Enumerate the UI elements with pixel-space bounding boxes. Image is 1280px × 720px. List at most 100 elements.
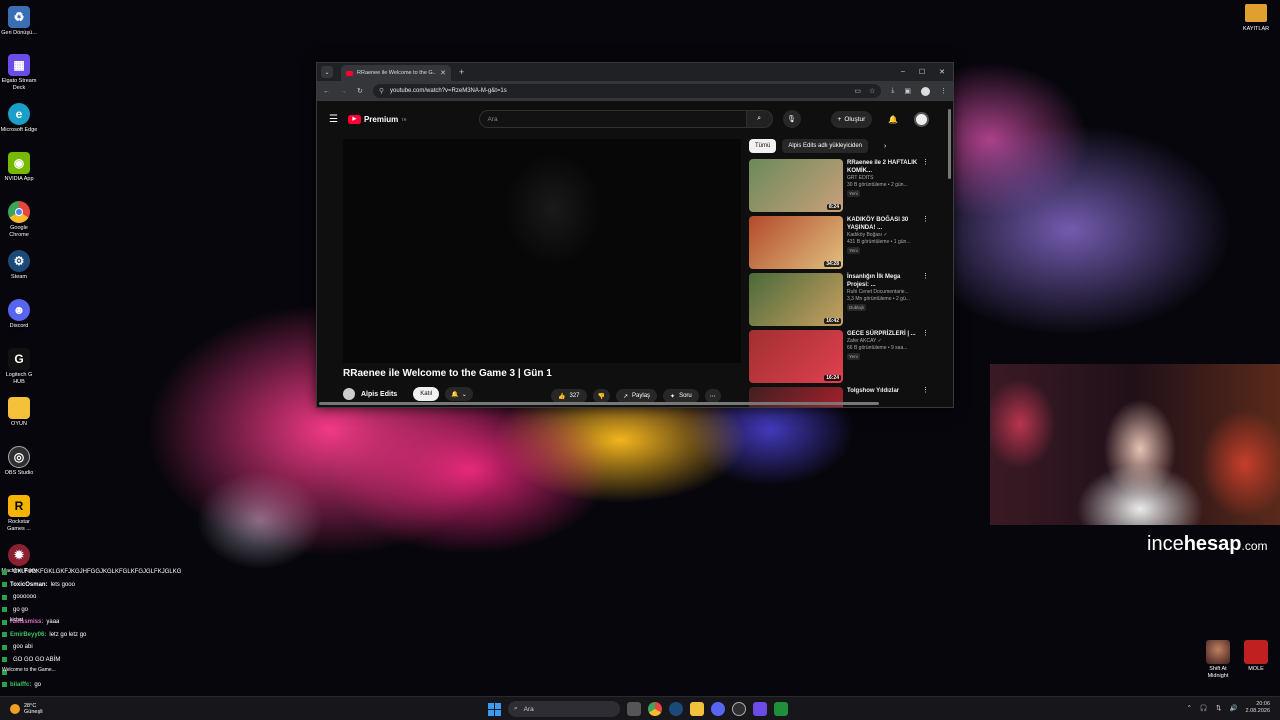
recommendation-channel[interactable]: Ruhi Cenet Documentarie... bbox=[847, 289, 929, 296]
edge-icon: e bbox=[8, 103, 30, 125]
more-vert-icon[interactable]: ⋮ bbox=[922, 216, 929, 223]
app-taskbar-icon[interactable] bbox=[774, 702, 788, 716]
shift-at-midnight-desktop-icon[interactable]: Shift At Midnight bbox=[1201, 640, 1235, 680]
chrome-taskbar-icon[interactable] bbox=[648, 702, 662, 716]
more-vert-icon[interactable]: ⋮ bbox=[922, 387, 929, 394]
clock[interactable]: 20:06 2.08.2026 bbox=[1246, 701, 1270, 715]
recommendation-title[interactable]: GECE SÜRPRİZLERİ | ... bbox=[847, 330, 929, 338]
chrome-desktop-icon[interactable]: Google Chrome bbox=[0, 201, 38, 239]
more-vert-icon[interactable]: ⋮ bbox=[922, 273, 929, 280]
address-bar[interactable]: ⚲ youtube.com/watch?v=RzeM3NA-M-g&t=1s ▭… bbox=[372, 84, 882, 98]
more-actions-button[interactable]: ⋯ bbox=[704, 389, 721, 403]
channel-name[interactable]: Alpis Edits bbox=[361, 391, 397, 398]
search-icon[interactable]: ⌕ bbox=[746, 110, 773, 128]
ask-button[interactable]: ✦ Soru bbox=[663, 389, 699, 403]
tab-search-button[interactable]: ⌄ bbox=[321, 66, 333, 78]
chat-text: GO GO GO ABİM bbox=[13, 656, 61, 663]
recommendation-item[interactable]: 16:42 İnsanlığın İlk Mega Projesi: ... Ruh… bbox=[749, 273, 929, 330]
windows-start-icon[interactable] bbox=[488, 702, 501, 716]
video-thumbnail[interactable]: 16:24 bbox=[749, 330, 843, 383]
reload-icon[interactable]: ↻ bbox=[357, 87, 363, 95]
join-button[interactable]: Katıl bbox=[413, 387, 440, 401]
chip-uploader[interactable]: Alpis Edits adlı yükleyiciden bbox=[782, 139, 869, 153]
notifications-bell-icon[interactable]: 🔔 bbox=[888, 115, 898, 124]
recommendation-item[interactable]: 34:28 KADIKÖY BOĞASI 30 YAŞINDA! ... Kadık… bbox=[749, 216, 929, 273]
subscription-bell-button[interactable]: 🔔 ⌄ bbox=[445, 387, 473, 401]
elgato-desktop-icon[interactable]: ▦ Elgato Stream Deck bbox=[0, 54, 38, 92]
recommendation-channel[interactable]: Zafer AKCAY ✓ bbox=[847, 338, 929, 345]
bookmark-star-icon[interactable]: ☆ bbox=[869, 87, 875, 95]
microphone-icon[interactable]: 🎙 bbox=[782, 110, 801, 128]
create-button[interactable]: + Oluştur bbox=[830, 110, 873, 128]
recommendation-title[interactable]: RRaenee ile 2 HAFTALIK KOMİK... bbox=[847, 159, 929, 175]
cast-icon[interactable]: ▭ bbox=[854, 87, 861, 95]
chip-all[interactable]: Tümü bbox=[749, 139, 777, 153]
plus-icon: + bbox=[837, 115, 842, 123]
discord-desktop-icon[interactable]: ☻ Discord bbox=[0, 299, 38, 330]
chat-username[interactable]: EmirBeyy06: bbox=[10, 632, 46, 638]
vertical-scrollbar[interactable] bbox=[948, 109, 951, 179]
obs-desktop-icon[interactable]: ◎ OBS Studio bbox=[0, 446, 38, 477]
channel-avatar[interactable] bbox=[343, 388, 355, 400]
kebab-menu-icon[interactable]: ⋮ bbox=[940, 87, 947, 96]
dislike-button[interactable]: 👎 bbox=[592, 389, 610, 403]
steam-desktop-icon[interactable]: ⚙ Steam bbox=[0, 250, 38, 281]
weather-widget[interactable]: 28°C Güneşli bbox=[0, 703, 43, 715]
more-vert-icon[interactable]: ⋮ bbox=[922, 330, 929, 337]
extensions-icon[interactable]: ▣ bbox=[904, 87, 911, 96]
youtube-premium-logo[interactable]: ▶ Premium TR bbox=[347, 114, 407, 124]
horizontal-scrollbar[interactable] bbox=[319, 402, 879, 405]
oyun-desktop-icon[interactable]: OYUN bbox=[0, 397, 38, 428]
video-thumbnail[interactable]: 16:42 bbox=[749, 273, 843, 326]
chat-username[interactable]: ToxicOsman: bbox=[10, 582, 48, 588]
video-thumbnail[interactable]: 8:24 bbox=[749, 159, 843, 212]
share-button[interactable]: ↗ Paylaş bbox=[615, 389, 658, 403]
close-tab-icon[interactable]: ✕ bbox=[440, 69, 446, 77]
chevron-right-icon[interactable]: › bbox=[884, 143, 886, 150]
stream-deck-taskbar-icon[interactable] bbox=[753, 702, 767, 716]
recommendation-title[interactable]: İnsanlığın İlk Mega Projesi: ... bbox=[847, 273, 929, 289]
taskbar-search[interactable]: ⌕ Ara bbox=[508, 701, 620, 717]
close-window-button[interactable]: ✕ bbox=[939, 68, 945, 76]
forward-icon[interactable]: → bbox=[340, 88, 347, 95]
recommendation-title[interactable]: KADIKÖY BOĞASI 30 YAŞINDA! ... bbox=[847, 216, 929, 232]
network-icon[interactable]: ⇅ bbox=[1216, 704, 1221, 712]
obs-taskbar-icon[interactable] bbox=[732, 702, 746, 716]
ghub-desktop-icon[interactable]: G Logitech G HUB bbox=[0, 348, 38, 386]
recommendation-item[interactable]: 16:24 GECE SÜRPRİZLERİ | ... Zafer AKCAY ✓… bbox=[749, 330, 929, 387]
minimize-button[interactable]: – bbox=[901, 68, 905, 76]
download-icon[interactable]: ⤓ bbox=[891, 87, 894, 96]
mole-desktop-icon[interactable]: MOLE bbox=[1239, 640, 1273, 673]
kayitlar-desktop-icon[interactable]: KAYITLAR bbox=[1240, 4, 1272, 32]
like-button[interactable]: 👍 327 bbox=[551, 389, 587, 403]
discord-taskbar-icon[interactable] bbox=[711, 702, 725, 716]
hamburger-menu-icon[interactable]: ☰ bbox=[329, 114, 338, 125]
speaker-icon[interactable]: 🔊 bbox=[1229, 704, 1237, 712]
browser-tab[interactable]: RRaenee ile Welcome to the G... ✕ bbox=[341, 65, 451, 81]
account-avatar[interactable] bbox=[914, 111, 930, 127]
profile-avatar-icon[interactable] bbox=[921, 86, 930, 96]
recommendation-channel[interactable]: GRT EDITS bbox=[847, 175, 929, 182]
recommendation-item[interactable]: 8:24 RRaenee ile 2 HAFTALIK KOMİK... GRT E… bbox=[749, 159, 929, 216]
maximize-button[interactable]: ☐ bbox=[919, 68, 925, 76]
recommendation-title[interactable]: Tolgshow Yıldızlar bbox=[847, 387, 929, 395]
headset-icon[interactable]: 🎧 bbox=[1200, 704, 1208, 712]
more-vert-icon[interactable]: ⋮ bbox=[922, 159, 929, 166]
nvidia-desktop-icon[interactable]: ◉ NVIDIA App bbox=[0, 152, 38, 183]
steam-taskbar-icon[interactable] bbox=[669, 702, 683, 716]
rockstar-desktop-icon[interactable]: R Rockstar Games ... bbox=[0, 495, 38, 533]
chevron-up-icon[interactable]: ⌃ bbox=[1186, 704, 1191, 712]
video-player[interactable] bbox=[343, 139, 741, 363]
chat-username[interactable]: bilalffc: bbox=[10, 682, 31, 688]
back-icon[interactable]: ← bbox=[323, 88, 330, 95]
recommendation-badge: Yeni bbox=[847, 247, 860, 254]
recommendation-channel[interactable]: Kadıköy Boğası ✓ bbox=[847, 232, 929, 239]
youtube-search-input[interactable]: Ara bbox=[478, 110, 747, 128]
recycle-bin-desktop-icon[interactable]: ♻ Geri Dönüşü... bbox=[0, 6, 38, 37]
video-thumbnail[interactable]: 34:28 bbox=[749, 216, 843, 269]
edge-desktop-icon[interactable]: e Microsoft Edge bbox=[0, 103, 38, 134]
task-view-icon[interactable] bbox=[627, 702, 641, 716]
site-info-icon[interactable]: ⚲ bbox=[379, 87, 384, 95]
new-tab-button[interactable]: + bbox=[459, 67, 464, 77]
file-explorer-icon[interactable] bbox=[690, 702, 704, 716]
